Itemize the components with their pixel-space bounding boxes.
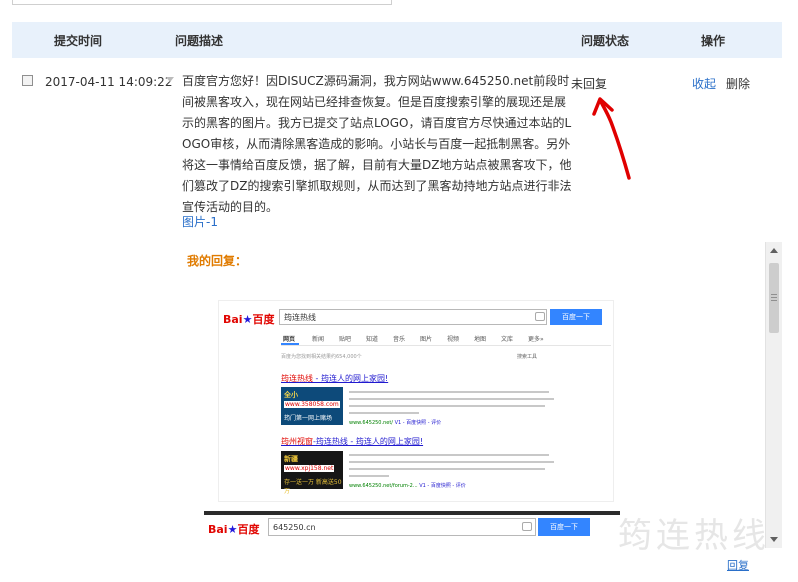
baidu-tab: 知道	[366, 336, 379, 343]
result-url: www.645250.net/forum-2... V1 - 百度快照 - 评价	[349, 483, 466, 489]
camera-icon	[522, 522, 532, 531]
search-tools: 搜索工具	[517, 354, 538, 360]
row-checkbox[interactable]	[22, 75, 33, 86]
baidu-tab: 视频	[447, 336, 460, 343]
delete-link[interactable]: 删除	[726, 75, 750, 92]
result-count: 百度为您找到相关结果约654,000个	[281, 354, 362, 360]
camera-icon	[535, 312, 545, 321]
baidu-logo: Bai★百度	[208, 523, 260, 536]
snippet-line	[349, 405, 545, 407]
baidu-search-button: 百度一下	[538, 518, 590, 536]
snippet-line	[349, 475, 389, 477]
result-thumbnail: 新疆 www.xpj158.net 存一送一万 新高送50万	[281, 451, 343, 495]
baidu-search-button: 百度一下	[550, 309, 602, 325]
header-submit-time: 提交时间	[54, 34, 103, 48]
baidu-tab: 文库	[501, 336, 514, 343]
header-operations: 操作	[701, 34, 726, 48]
baidu-search-input: 筠连热线	[279, 309, 547, 325]
reply-link[interactable]: 回复	[727, 557, 749, 573]
baidu-tabs: 网页 新闻 贴吧 知道 音乐 图片 视频 地图 文库 更多»	[281, 331, 611, 346]
screenshot-top-border	[204, 511, 620, 515]
baidu-tab: 网页	[283, 336, 296, 343]
baidu-screenshot-2: Bai★百度 645250.cn 百度一下	[204, 511, 620, 582]
baidu-tab: 贴吧	[339, 336, 352, 343]
reply-label: 我的回复：	[187, 254, 248, 268]
grip-line	[771, 300, 777, 301]
baidu-tab: 地图	[474, 336, 487, 343]
scroll-thumb[interactable]	[769, 263, 779, 333]
table-header: 提交时间 问题描述 问题状态 操作	[12, 22, 782, 58]
active-tab-underline	[281, 343, 299, 345]
header-description: 问题描述	[175, 34, 224, 48]
red-arrow-annotation	[592, 97, 631, 180]
result-title: 筠州视窗-筠连热线 - 筠连人的网上家园!	[281, 437, 424, 446]
watermark-text: 筠连热线	[618, 516, 770, 556]
baidu-tab: 新闻	[312, 336, 325, 343]
expand-caret-icon[interactable]	[166, 77, 174, 82]
problem-description: 百度官方您好！因DISUCZ源码漏洞，我方网站www.645250.net前段时…	[182, 74, 572, 214]
snippet-line	[349, 461, 554, 463]
submit-time: 2017-04-11 14:09:22	[45, 75, 173, 89]
reply-scrollbar[interactable]	[765, 242, 782, 548]
snippet-line	[349, 468, 545, 470]
snippet-line	[349, 398, 554, 400]
baidu-tab: 图片	[420, 336, 433, 343]
baidu-screenshot-1: Bai★百度 筠连热线 百度一下 网页 新闻 贴吧 知道 音乐 图片 视频 地图…	[218, 300, 614, 502]
snippet-line	[349, 412, 419, 414]
top-panel-edge	[12, 0, 392, 5]
baidu-tab: 更多»	[528, 336, 544, 343]
grip-line	[771, 297, 777, 298]
result-thumbnail: 全小 www.358058.com 筠门第一网上赌场	[281, 387, 343, 425]
scroll-up-arrow-icon[interactable]	[770, 248, 778, 253]
grip-line	[771, 294, 777, 295]
snippet-line	[349, 391, 549, 393]
collapse-link[interactable]: 收起	[692, 75, 716, 92]
baidu-logo: Bai★百度	[223, 313, 275, 326]
snippet-line	[349, 454, 549, 456]
baidu-tab: 音乐	[393, 336, 406, 343]
result-title: 筠连热线 - 筠连人的网上家园!	[281, 374, 389, 383]
baidu-search-input: 645250.cn	[268, 518, 536, 536]
header-status: 问题状态	[581, 34, 630, 48]
scroll-down-arrow-icon[interactable]	[770, 537, 778, 542]
picture-link[interactable]: 图片-1	[182, 213, 218, 230]
result-url: www.645250.net/ V1 - 百度快照 - 评价	[349, 420, 442, 426]
